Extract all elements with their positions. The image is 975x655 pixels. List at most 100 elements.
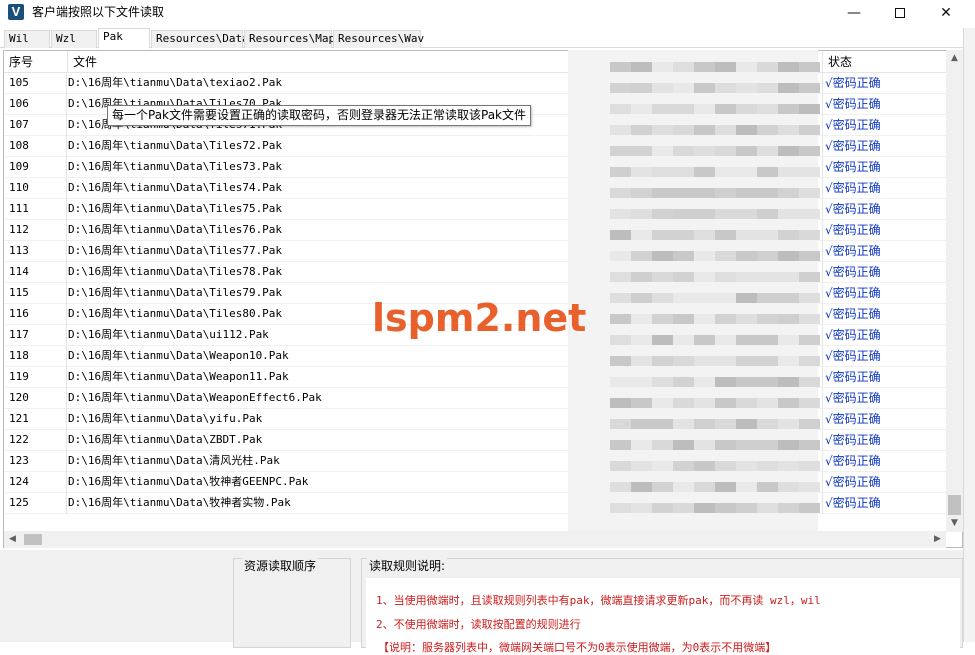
row-file-path: D:\16周年\tianmu\Data\WeaponEffect6.Pak (68, 391, 322, 404)
window-title: 客户端按照以下文件读取 (32, 5, 165, 19)
row-status: √密码正确 (822, 451, 947, 472)
row-status: √密码正确 (822, 367, 947, 388)
password-tooltip: 每一个Pak文件需要设置正确的读取密码，否则登录器无法正常读取该Pak文件 (107, 105, 532, 126)
row-status: √密码正确 (822, 409, 947, 430)
row-status: √密码正确 (822, 346, 947, 367)
row-file-path: D:\16周年\tianmu\Data\texiao2.Pak (68, 76, 283, 89)
row-id: 120 (4, 388, 67, 409)
tab-resources-data[interactable]: Resources\Data (151, 30, 249, 48)
vertical-scrollbar[interactable]: ▲ ▼ (946, 50, 963, 532)
row-status: √密码正确 (822, 220, 947, 241)
horizontal-scrollbar[interactable]: ◀ ▶ (4, 531, 946, 548)
read-rules-label: 读取规则说明: (367, 557, 448, 574)
column-header-status[interactable]: 状态 (822, 51, 947, 73)
row-id: 111 (4, 199, 67, 220)
read-order-list[interactable] (238, 577, 346, 647)
row-id: 107 (4, 115, 67, 136)
row-id: 114 (4, 262, 67, 283)
row-file-path: D:\16周年\tianmu\Data\Tiles75.Pak (68, 202, 283, 215)
row-id: 108 (4, 136, 67, 157)
read-rules-text: 1、当使用微端时，且读取规则列表中有pak，微端直接请求更新pak，而不再读 w… (366, 578, 960, 654)
close-button[interactable]: ✕ (923, 0, 969, 26)
row-status: √密码正确 (822, 73, 947, 94)
row-file-path: D:\16周年\tianmu\Data\Tiles73.Pak (68, 160, 283, 173)
row-status: √密码正确 (822, 283, 947, 304)
scroll-down-icon[interactable]: ▼ (946, 515, 963, 532)
row-file-path: D:\16周年\tianmu\Data\Tiles78.Pak (68, 265, 283, 278)
rule-line-2: 2、不使用微端时，读取按配置的规则进行 (376, 618, 581, 631)
row-file-path: D:\16周年\tianmu\Data\Tiles72.Pak (68, 139, 283, 152)
scroll-left-icon[interactable]: ◀ (4, 531, 21, 548)
maximize-button[interactable] (877, 0, 923, 26)
tab-wil[interactable]: Wil (4, 30, 50, 48)
row-status: √密码正确 (822, 94, 947, 115)
row-id: 118 (4, 346, 67, 367)
row-status: √密码正确 (822, 304, 947, 325)
column-header-id[interactable]: 序号 (4, 51, 68, 73)
row-file-path: D:\16周年\tianmu\Data\Tiles74.Pak (68, 181, 283, 194)
close-icon: ✕ (940, 5, 952, 21)
row-status: √密码正确 (822, 136, 947, 157)
title-bar: V 客户端按照以下文件读取 — ✕ (0, 0, 975, 26)
row-status: √密码正确 (822, 472, 947, 493)
row-status: √密码正确 (822, 157, 947, 178)
right-edge-strip (963, 28, 975, 642)
tab-resources-map[interactable]: Resources\Map (244, 30, 335, 48)
row-file-path: D:\16周年\tianmu\Data\yifu.Pak (68, 412, 263, 425)
vertical-scroll-thumb[interactable] (948, 495, 961, 515)
row-status: √密码正确 (822, 388, 947, 409)
row-id: 116 (4, 304, 67, 325)
maximize-icon (895, 8, 905, 18)
bottom-panel: 资源读取顺序 读取规则说明: 1、当使用微端时，且读取规则列表中有pak，微端直… (0, 550, 975, 654)
row-file-path: D:\16周年\tianmu\Data\ZBDT.Pak (68, 433, 263, 446)
row-status: √密码正确 (822, 325, 947, 346)
row-id: 117 (4, 325, 67, 346)
row-file-path: D:\16周年\tianmu\Data\Tiles76.Pak (68, 223, 283, 236)
scroll-right-icon[interactable]: ▶ (929, 531, 946, 548)
row-status: √密码正确 (822, 115, 947, 136)
blurred-region (568, 50, 820, 536)
tab-wzl[interactable]: Wzl (51, 30, 97, 48)
row-file-path: D:\16周年\tianmu\Data\Tiles77.Pak (68, 244, 283, 257)
row-file-path: D:\16周年\tianmu\Data\Weapon11.Pak (68, 370, 289, 383)
rule-line-3: 【说明：服务器列表中，微端网关端口号不为0表示使用微端，为0表示不用微端】 (378, 641, 777, 654)
app-logo-icon: V (8, 4, 24, 20)
row-status: √密码正确 (822, 199, 947, 220)
row-id: 112 (4, 220, 67, 241)
row-file-path: D:\16周年\tianmu\Data\Weapon10.Pak (68, 349, 289, 362)
row-id: 105 (4, 73, 67, 94)
scroll-up-icon[interactable]: ▲ (946, 50, 963, 67)
horizontal-scroll-thumb[interactable] (24, 534, 42, 545)
row-status: √密码正确 (822, 241, 947, 262)
row-id: 119 (4, 367, 67, 388)
row-status: √密码正确 (822, 493, 947, 514)
row-id: 109 (4, 157, 67, 178)
read-order-label: 资源读取顺序 (242, 557, 319, 574)
rule-line-1: 1、当使用微端时，且读取规则列表中有pak，微端直接请求更新pak，而不再读 w… (376, 594, 821, 607)
row-id: 122 (4, 430, 67, 451)
row-id: 113 (4, 241, 67, 262)
minimize-button[interactable]: — (831, 0, 877, 26)
column-header-file[interactable]: 文件 (68, 51, 572, 73)
row-id: 115 (4, 283, 67, 304)
row-file-path: D:\16周年\tianmu\Data\清风光柱.Pak (68, 454, 280, 467)
minimize-icon: — (847, 5, 861, 21)
row-id: 124 (4, 472, 67, 493)
row-id: 106 (4, 94, 67, 115)
row-id: 123 (4, 451, 67, 472)
read-order-group: 资源读取顺序 (233, 557, 351, 648)
left-blank-area (0, 550, 228, 642)
row-id: 125 (4, 493, 67, 514)
tab-bar: Wil Wzl Pak Resources\Data Resources\Map… (0, 28, 975, 49)
row-status: √密码正确 (822, 262, 947, 283)
watermark: lspm2.net (372, 296, 587, 340)
row-file-path: D:\16周年\tianmu\Data\牧神者GEENPC.Pak (68, 475, 309, 488)
row-status: √密码正确 (822, 430, 947, 451)
row-file-path: D:\16周年\tianmu\Data\牧神者实物.Pak (68, 496, 291, 509)
tab-resources-wav[interactable]: Resources\Wav (333, 30, 424, 48)
read-rules-group: 读取规则说明: 1、当使用微端时，且读取规则列表中有pak，微端直接请求更新pa… (361, 557, 963, 654)
row-id: 110 (4, 178, 67, 199)
row-id: 121 (4, 409, 67, 430)
row-status: √密码正确 (822, 178, 947, 199)
tab-pak[interactable]: Pak (98, 28, 150, 49)
